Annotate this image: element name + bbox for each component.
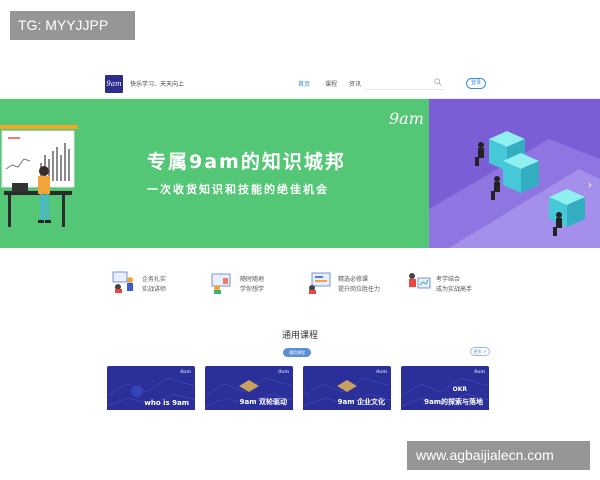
course-card-title: 9am 双轮驱动 — [239, 398, 287, 406]
more-button[interactable]: 更多 > — [470, 347, 490, 356]
mentor-icon — [112, 271, 133, 293]
feature-line-2: 实战讲师 — [142, 286, 167, 293]
feature-item: 精选必修课 提升岗位胜任力 — [306, 268, 396, 298]
login-button[interactable]: 登录 — [466, 78, 486, 89]
desk-worker-illustration — [0, 125, 78, 227]
course-card-brand: 9am — [376, 369, 387, 375]
hero-banner[interactable]: 专属9am的知识城邦 一次收货知识和技能的绝佳机会 9am › — [0, 99, 600, 248]
course-card-okr: OKR — [452, 386, 467, 393]
site-logo[interactable]: 9am — [105, 75, 123, 93]
course-card[interactable]: 9am 9am 企业文化 — [303, 366, 391, 410]
feature-line-2: 成为实战高手 — [436, 286, 473, 293]
banner-purple-panel — [429, 99, 600, 248]
search-input[interactable] — [365, 78, 444, 90]
course-card[interactable]: 9am 9am 双轮驱动 — [205, 366, 293, 410]
course-card[interactable]: 9am who is 9am — [107, 366, 195, 410]
feature-item: 考学结合 成为实战高手 — [404, 268, 494, 298]
course-card-brand: 9am — [180, 369, 191, 375]
course-card-title: 9am的探索与落地 — [424, 398, 483, 406]
feature-line-2: 提升岗位胜任力 — [338, 286, 381, 293]
course-card-title: 9am 企业文化 — [337, 398, 385, 406]
banner-brand-logo: 9am — [389, 109, 424, 128]
cube-stairs-illustration — [429, 131, 600, 248]
feature-line-1: 精选必修课 — [338, 276, 369, 283]
search-icon[interactable] — [434, 78, 442, 86]
site-slogan: 快乐学习、天天向上 — [130, 81, 185, 88]
banner-subtitle: 一次收货知识和技能的绝佳机会 — [147, 183, 329, 196]
watermark-bottom-right: www.agbaijialecn.com — [407, 441, 590, 470]
banner-title: 专属9am的知识城邦 — [147, 151, 346, 173]
course-selection-icon — [309, 272, 331, 294]
feature-item: 企务扎实 实战讲师 — [110, 268, 200, 298]
tab-general-courses[interactable]: 通用课程 — [283, 348, 311, 357]
feature-line-1: 企务扎实 — [142, 276, 167, 283]
feature-item: 随时随地 学你想学 — [208, 268, 298, 298]
course-card-title: who is 9am — [144, 399, 189, 407]
practice-icon — [409, 273, 431, 289]
course-card-brand: 9am — [278, 369, 289, 375]
nav-courses[interactable]: 课程 — [325, 79, 337, 88]
section-title-courses: 通用课程 — [281, 331, 318, 341]
feature-line-2: 学你想学 — [240, 286, 265, 293]
banner-green-panel: 专属9am的知识城邦 一次收货知识和技能的绝佳机会 9am — [0, 99, 429, 248]
site-header: 9am 快乐学习、天天向上 首页 课程 资讯 登录 — [0, 70, 600, 99]
nav-news[interactable]: 资讯 — [349, 79, 361, 88]
feature-line-1: 随时随地 — [240, 276, 265, 283]
feature-line-1: 考学结合 — [436, 276, 461, 283]
website-viewport: 9am 快乐学习、天天向上 首页 课程 资讯 登录 专属9am的知识城邦 一次收… — [0, 70, 600, 410]
watermark-top-left: TG: MYYJJPP — [10, 11, 135, 40]
carousel-dots — [290, 240, 308, 248]
chevron-right-icon[interactable]: › — [583, 176, 597, 196]
nav-home[interactable]: 首页 — [298, 79, 310, 88]
anytime-learning-icon — [211, 273, 231, 294]
course-card-brand: 9am — [474, 369, 485, 375]
course-card[interactable]: 9am OKR 9am的探索与落地 — [401, 366, 489, 410]
feature-strip: 企务扎实 实战讲师 随时随地 学你想学 精选必修课 提升岗位胜任力 考学结合 成… — [0, 268, 600, 298]
